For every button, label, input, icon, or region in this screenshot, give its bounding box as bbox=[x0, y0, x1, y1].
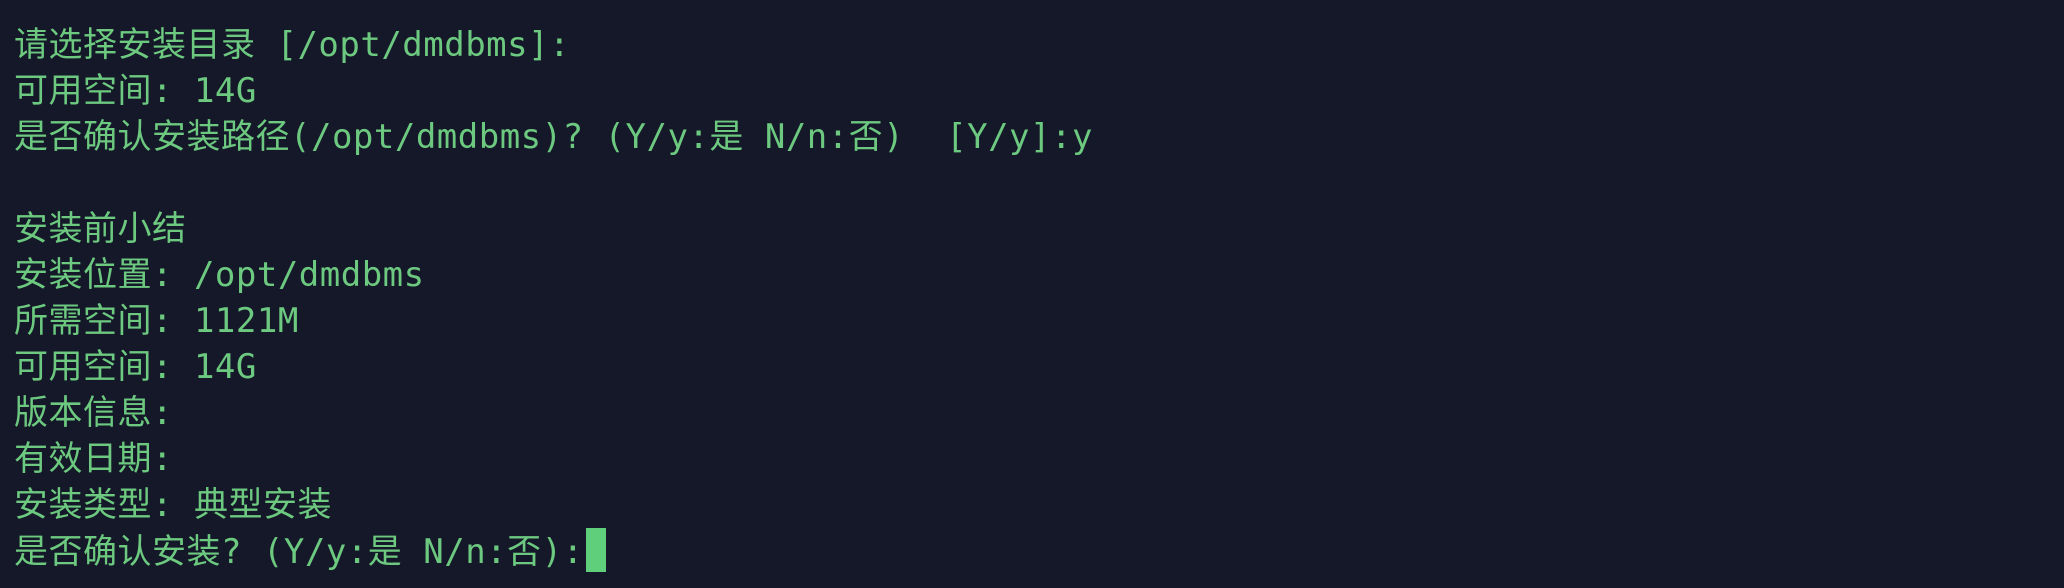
terminal-cursor[interactable] bbox=[585, 528, 606, 572]
terminal-line-summary-heading: 安装前小结 bbox=[14, 209, 187, 249]
terminal-window[interactable]: 请选择安装目录 [/opt/dmdbms]: 可用空间: 14G 是否确认安装路… bbox=[0, 0, 2064, 588]
terminal-line-confirm-install-prompt[interactable]: 是否确认安装? (Y/y:是 N/n:否): bbox=[14, 528, 2064, 574]
terminal-line-version-info: 版本信息: bbox=[14, 393, 173, 433]
terminal-line-confirm-path: 是否确认安装路径(/opt/dmdbms)? (Y/y:是 N/n:否) [Y/… bbox=[14, 117, 1093, 157]
terminal-line-required-space: 所需空间: 1121M bbox=[14, 301, 299, 341]
terminal-line-install-dir-prompt: 请选择安装目录 [/opt/dmdbms]: bbox=[14, 25, 571, 65]
terminal-line-install-location: 安装位置: /opt/dmdbms bbox=[14, 255, 425, 295]
terminal-line-valid-date: 有效日期: bbox=[14, 439, 173, 479]
confirm-install-prompt-text: 是否确认安装? (Y/y:是 N/n:否): bbox=[14, 532, 584, 572]
terminal-line-available-space-summary: 可用空间: 14G bbox=[14, 347, 257, 387]
terminal-line-available-space: 可用空间: 14G bbox=[14, 71, 257, 111]
terminal-line-install-type: 安装类型: 典型安装 bbox=[14, 485, 332, 525]
